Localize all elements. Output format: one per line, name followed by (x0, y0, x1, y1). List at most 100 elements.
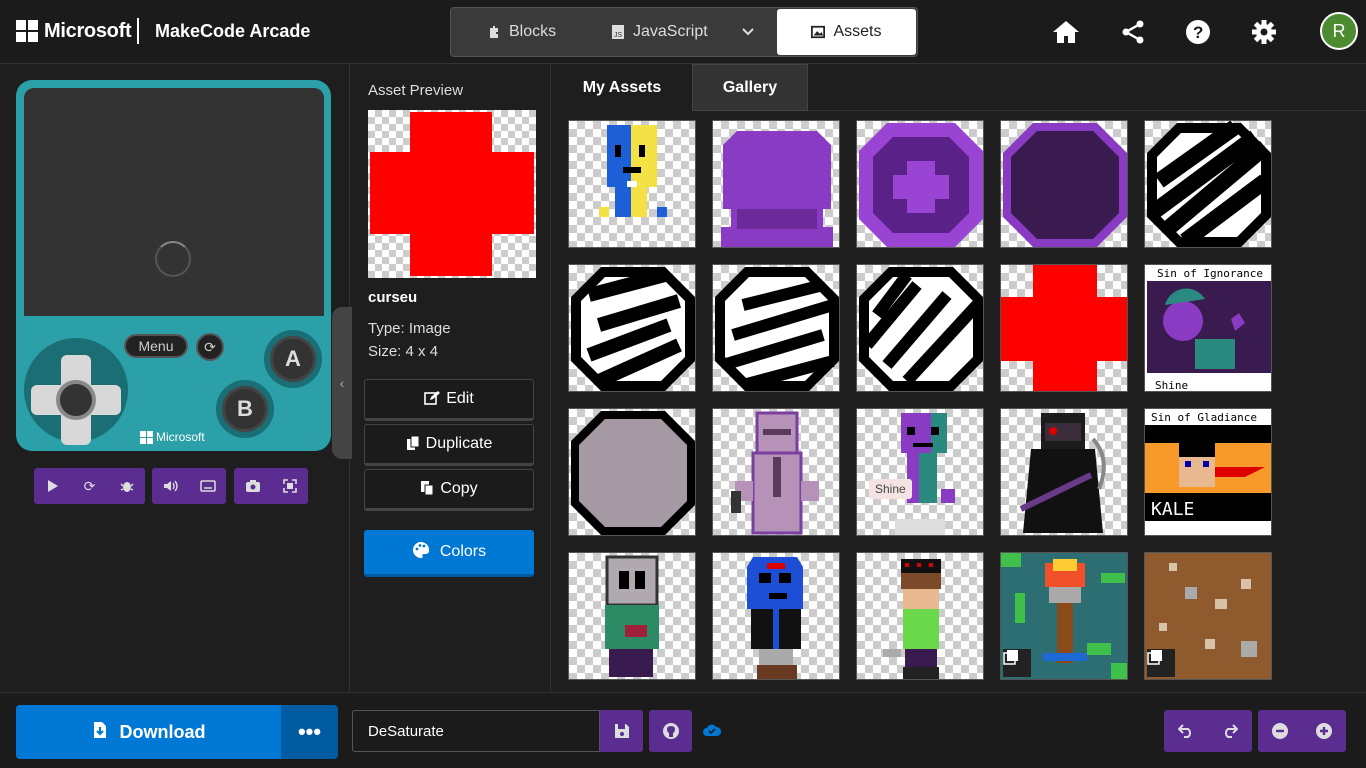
duplicate-icon (406, 435, 420, 454)
palette-icon (412, 541, 430, 564)
game-device: Menu ⟳ A B Microsoft (16, 80, 331, 451)
copy-button[interactable]: Copy (364, 469, 534, 511)
volume-icon[interactable] (152, 468, 189, 504)
asset-name: curseu (368, 289, 418, 306)
keyboard-icon[interactable] (189, 468, 226, 504)
gear-icon[interactable] (1248, 16, 1280, 48)
puzzle-icon (487, 25, 501, 39)
asset-tile-sin-of-gladiance[interactable]: Sin of Gladiance KALE (1144, 408, 1272, 536)
shine-label: Shine (869, 479, 912, 499)
tab-blocks[interactable]: Blocks (487, 8, 556, 56)
cloud-sync-icon (702, 723, 722, 742)
editor-tabs: Blocks JS JavaScript Assets (450, 7, 918, 57)
github-icon[interactable] (649, 710, 692, 752)
asset-tile-dirt-tile[interactable] (1144, 552, 1272, 680)
asset-tile-crowned-kid[interactable] (856, 552, 984, 680)
tab-divider (808, 110, 1366, 111)
asset-size: Size: 4 x 4 (368, 343, 439, 360)
asset-tile-purple-ring-plus[interactable] (856, 120, 984, 248)
menu-button[interactable]: Menu (124, 334, 188, 358)
dpad-center[interactable] (56, 380, 96, 420)
asset-tile-grey-skull-figure[interactable] (568, 552, 696, 680)
simulator-panel: Menu ⟳ A B Microsoft ⟳ (0, 64, 350, 692)
editor-dropdown-chevron-icon[interactable] (741, 8, 755, 56)
asset-details-panel: Asset Preview curseu Type: Image Size: 4… (352, 64, 551, 692)
download-button[interactable]: Download (16, 705, 281, 759)
device-brand: Microsoft (140, 430, 205, 444)
app-title[interactable]: MakeCode Arcade (155, 21, 310, 42)
play-icon[interactable] (34, 468, 71, 504)
edit-pencil-icon (424, 390, 441, 409)
svg-text:Shine: Shine (1155, 379, 1188, 392)
asset-tile-scribble-circle-3[interactable] (712, 264, 840, 392)
sim-toolbar-audio (152, 468, 226, 504)
asset-tile-black-scribble-circle[interactable] (1144, 120, 1272, 248)
avatar[interactable]: R (1320, 12, 1358, 50)
sim-toolbar-view (234, 468, 308, 504)
screenshot-camera-icon[interactable] (234, 468, 271, 504)
download-label: Download (119, 721, 206, 742)
svg-text:?: ? (1193, 23, 1203, 42)
download-icon (92, 721, 108, 744)
copy-icon (420, 480, 434, 499)
undo-redo-group (1164, 710, 1252, 752)
download-more-button[interactable]: ••• (281, 705, 338, 759)
device-brand-label: Microsoft (156, 430, 205, 444)
colors-button-label: Colors (439, 543, 487, 560)
tab-my-assets[interactable]: My Assets (552, 64, 692, 111)
collapse-simulator-chevron-icon[interactable]: ‹ (332, 307, 352, 459)
colors-button[interactable]: Colors (364, 530, 534, 577)
tab-assets[interactable]: Assets (777, 9, 916, 55)
reset-icon[interactable]: ⟳ (196, 333, 224, 361)
b-button[interactable]: B (216, 380, 274, 438)
asset-tile-dark-purple-circle[interactable] (1000, 120, 1128, 248)
edit-button[interactable]: Edit (364, 379, 534, 421)
image-icon (811, 25, 826, 39)
redo-icon[interactable] (1208, 710, 1252, 752)
microsoft-logo-icon (16, 20, 38, 42)
svg-text:Sin of Gladiance: Sin of Gladiance (1151, 411, 1257, 424)
tab-javascript[interactable]: JS JavaScript (611, 8, 708, 56)
tab-javascript-label: JavaScript (633, 23, 708, 40)
asset-tile-grey-circle[interactable] (568, 408, 696, 536)
loading-spinner-icon (155, 241, 191, 277)
asset-preview-image (368, 110, 536, 278)
zoom-in-icon[interactable] (1302, 710, 1346, 752)
game-screen[interactable] (24, 88, 324, 316)
svg-text:Sin of Ignorance: Sin of Ignorance (1157, 267, 1263, 280)
microsoft-small-logo-icon (140, 430, 153, 444)
zoom-out-icon[interactable] (1258, 710, 1302, 752)
restart-icon[interactable]: ⟳ (71, 468, 108, 504)
asset-tile-purple-suit-figure[interactable] (712, 408, 840, 536)
copy-button-label: Copy (440, 480, 478, 497)
asset-tile-scribble-circle-4[interactable] (856, 264, 984, 392)
debug-bug-icon[interactable] (108, 468, 145, 504)
a-button-label: A (270, 336, 316, 382)
asset-tile-sin-of-ignorance[interactable]: Sin of Ignorance Shine (1144, 264, 1272, 392)
home-icon[interactable] (1050, 16, 1082, 48)
project-name-input[interactable] (352, 710, 600, 752)
fullscreen-icon[interactable] (271, 468, 308, 504)
js-file-icon: JS (611, 25, 625, 39)
asset-tile-character-blue-yellow[interactable] (568, 120, 696, 248)
multi-frame-icon (1147, 649, 1175, 677)
undo-icon[interactable] (1164, 710, 1208, 752)
share-icon[interactable] (1117, 16, 1149, 48)
multi-frame-icon (1003, 649, 1031, 677)
asset-tile-blue-hood-figure[interactable] (712, 552, 840, 680)
asset-preview-label: Asset Preview (368, 82, 464, 99)
help-icon[interactable]: ? (1182, 16, 1214, 48)
sim-toolbar-run: ⟳ (34, 468, 145, 504)
asset-tile-red-cross[interactable] (1000, 264, 1128, 392)
b-button-label: B (222, 386, 268, 432)
asset-tile-torch-tile[interactable] (1000, 552, 1128, 680)
asset-type: Type: Image (368, 320, 451, 337)
asset-tile-dark-reaper[interactable] (1000, 408, 1128, 536)
asset-tile-scribble-circle-2[interactable] (568, 264, 696, 392)
duplicate-button[interactable]: Duplicate (364, 424, 534, 466)
asset-tile-purple-green-figure[interactable]: Shine (856, 408, 984, 536)
save-icon[interactable] (600, 710, 643, 752)
a-button[interactable]: A (264, 330, 322, 388)
tab-gallery[interactable]: Gallery (692, 64, 808, 111)
asset-tile-purple-dome[interactable] (712, 120, 840, 248)
